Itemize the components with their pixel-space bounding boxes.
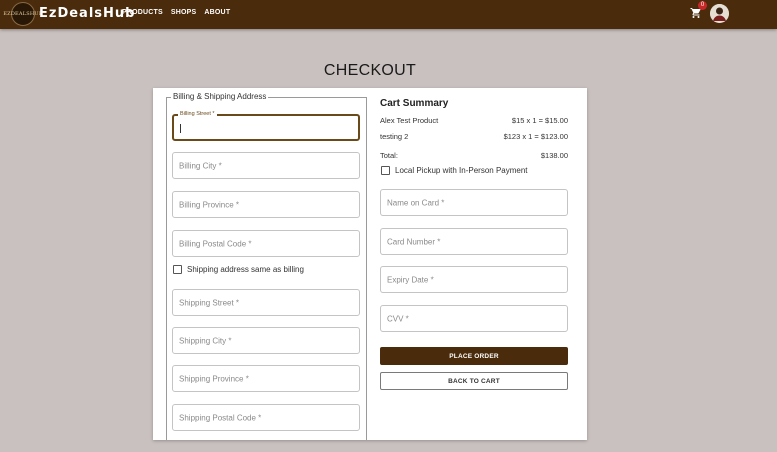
billing-street-input[interactable]: Billing Street * — [172, 111, 360, 141]
avatar-icon — [710, 4, 729, 23]
cart-item-row: testing 2 $123 x 1 = $123.00 — [380, 132, 568, 141]
cart-item-row: Alex Test Product $15 x 1 = $15.00 — [380, 116, 568, 125]
billing-city-input[interactable]: Billing City * — [172, 152, 360, 179]
billing-city-placeholder: Billing City * — [179, 161, 222, 170]
place-order-button[interactable]: PLACE ORDER — [380, 347, 568, 365]
cart-total-row: Total: $138.00 — [380, 151, 568, 160]
text-caret — [180, 124, 181, 133]
cart-summary-title: Cart Summary — [380, 98, 449, 109]
billing-street-label: Billing Street * — [178, 111, 217, 117]
same-as-billing-checkbox[interactable] — [173, 265, 182, 274]
expiry-date-placeholder: Expiry Date * — [387, 275, 434, 284]
local-pickup-label: Local Pickup with In-Person Payment — [395, 166, 528, 175]
card-number-input[interactable]: Card Number * — [380, 228, 568, 255]
billing-legend: Billing & Shipping Address — [171, 92, 269, 101]
billing-province-input[interactable]: Billing Province * — [172, 191, 360, 218]
nav-links: PRODUCTS SHOPS ABOUT — [122, 9, 230, 16]
page-title: CHECKOUT — [323, 62, 417, 79]
name-on-card-input[interactable]: Name on Card * — [380, 189, 568, 216]
shipping-province-input[interactable]: Shipping Province * — [172, 365, 360, 392]
shipping-street-input[interactable]: Shipping Street * — [172, 289, 360, 316]
nav-link-products[interactable]: PRODUCTS — [122, 9, 163, 16]
cart-item-name: testing 2 — [380, 132, 409, 141]
billing-postal-code-input[interactable]: Billing Postal Code * — [172, 230, 360, 257]
shipping-postal-code-input[interactable]: Shipping Postal Code * — [172, 404, 360, 431]
cart-total-label: Total: — [380, 151, 398, 160]
local-pickup-checkbox[interactable] — [381, 166, 390, 175]
local-pickup-row[interactable]: Local Pickup with In-Person Payment — [381, 166, 528, 175]
logo-text: EZDEALSHUB — [3, 11, 43, 17]
card-number-placeholder: Card Number * — [387, 237, 441, 246]
top-navbar: EZDEALSHUB EzDealsHub PRODUCTS SHOPS ABO… — [0, 0, 777, 29]
same-as-billing-label: Shipping address same as billing — [187, 265, 304, 274]
shipping-city-placeholder: Shipping City * — [179, 336, 232, 345]
nav-link-about[interactable]: ABOUT — [204, 9, 230, 16]
shipping-postal-placeholder: Shipping Postal Code * — [179, 413, 262, 422]
expiry-date-input[interactable]: Expiry Date * — [380, 266, 568, 293]
cart-total-value: $138.00 — [540, 151, 568, 160]
back-to-cart-button[interactable]: BACK TO CART — [380, 372, 568, 390]
brand-name[interactable]: EzDealsHub — [39, 6, 135, 21]
cart-count-badge: 0 — [698, 1, 707, 10]
cvv-placeholder: CVV * — [387, 314, 409, 323]
nav-link-shops[interactable]: SHOPS — [171, 9, 197, 16]
shipping-province-placeholder: Shipping Province * — [179, 374, 249, 383]
shipping-street-placeholder: Shipping Street * — [179, 298, 240, 307]
brand-logo[interactable]: EZDEALSHUB — [3, 2, 43, 26]
cart-item-price: $123 x 1 = $123.00 — [503, 132, 568, 141]
name-on-card-placeholder: Name on Card * — [387, 198, 445, 207]
shipping-city-input[interactable]: Shipping City * — [172, 327, 360, 354]
cart-item-price: $15 x 1 = $15.00 — [511, 116, 568, 125]
same-as-billing-row[interactable]: Shipping address same as billing — [173, 265, 304, 274]
cvv-input[interactable]: CVV * — [380, 305, 568, 332]
billing-province-placeholder: Billing Province * — [179, 200, 240, 209]
cart-item-name: Alex Test Product — [380, 116, 439, 125]
billing-postal-placeholder: Billing Postal Code * — [179, 239, 252, 248]
user-avatar[interactable] — [710, 4, 729, 23]
